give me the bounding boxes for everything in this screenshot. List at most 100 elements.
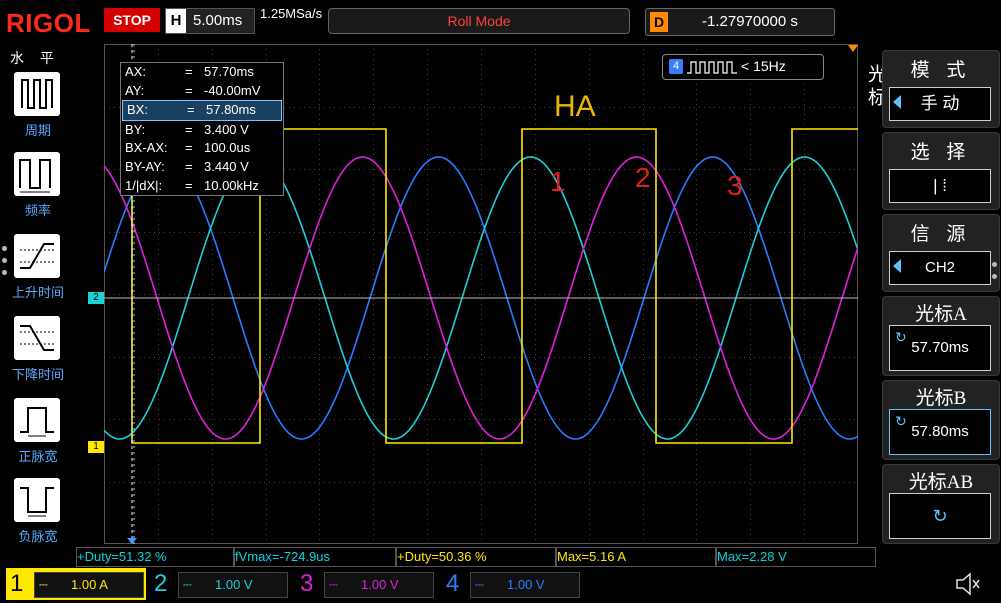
- channel-3-tab[interactable]: 3 ⎓ 1.00 V: [296, 568, 436, 600]
- brand-logo: RIGOL: [6, 8, 91, 38]
- measure-item-0[interactable]: 周期: [10, 72, 66, 150]
- coupling-icon: ⎓: [329, 579, 338, 591]
- measurement-item[interactable]: Max=5.16 A: [556, 547, 716, 567]
- trigger-frequency-box: 4 < 15Hz: [662, 54, 824, 80]
- ch2-offset-marker[interactable]: 2: [88, 292, 104, 304]
- cursor-a-softkey[interactable]: 光标A 57.70ms ↻: [882, 296, 1000, 376]
- annotation-2: 2: [635, 162, 651, 193]
- select-value: | ⁞: [889, 169, 991, 203]
- annotation-ha: HA: [554, 90, 596, 123]
- channel-number: 3: [300, 570, 314, 597]
- cursor-a-title: 光标A: [915, 304, 967, 325]
- cursor-row-equals: =: [185, 140, 193, 156]
- menu-page-dot: [2, 270, 7, 275]
- frequency-icon: [14, 152, 60, 196]
- channel-scale: 1.00 V: [507, 577, 545, 592]
- channel-1-tab[interactable]: 1 ⎓ 1.00 A: [6, 568, 146, 600]
- measure-item-5[interactable]: 负脉宽: [10, 478, 66, 556]
- rotate-knob-icon: ↻: [895, 413, 907, 429]
- mode-value: 手 动: [889, 87, 991, 121]
- channel-number: 1: [10, 570, 24, 597]
- delay-tag: D: [650, 12, 668, 32]
- coupling-icon: ⎓: [183, 579, 192, 591]
- annotation-3: 3: [727, 170, 743, 201]
- measure-item-2[interactable]: 上升时间: [10, 234, 66, 312]
- measurement-item[interactable]: +Duty=50.36 %: [396, 547, 556, 567]
- source-value: CH2: [889, 251, 991, 285]
- mode-softkey[interactable]: 模 式 手 动: [882, 50, 1000, 128]
- annotation-1: 1: [550, 166, 566, 197]
- rotate-knob-icon: ↻: [895, 329, 907, 345]
- coupling-icon: ⎓: [39, 579, 48, 591]
- trigger-position-icon: [848, 45, 858, 52]
- cursor-row: BY: = 3.400 V: [121, 121, 283, 140]
- cursor-row: 1/|dX|: = 10.00kHz: [121, 177, 283, 196]
- channel-number: 2: [154, 570, 168, 597]
- cursor-row-equals: =: [185, 121, 193, 137]
- source-title: 信 源: [910, 224, 972, 245]
- cursor-row-value: 100.0us: [204, 140, 251, 156]
- channel-scale: 1.00 V: [215, 577, 253, 592]
- measure-item-label: 频率: [24, 203, 51, 218]
- cursor-row: AX: = 57.70ms: [121, 63, 283, 82]
- measurement-item[interactable]: fVmax=-724.9us: [234, 547, 396, 567]
- cursor-row-key: BY-AY:: [125, 158, 165, 174]
- trigger-frequency: < 15Hz: [741, 58, 786, 74]
- cursor-b-title: 光标B: [915, 388, 967, 409]
- timebase-indicator[interactable]: H 5.00ms: [165, 8, 255, 34]
- channel-2-tab[interactable]: 2 ⎓ 1.00 V: [150, 568, 290, 600]
- measure-item-label: 负脉宽: [18, 529, 58, 544]
- channel-scale-box: ⎓ 1.00 V: [470, 572, 580, 598]
- cursor-row-equals: =: [185, 177, 193, 193]
- measure-item-3[interactable]: 下降时间: [10, 316, 66, 394]
- cursor-row-equals: =: [185, 158, 193, 174]
- rise-time-icon: [14, 234, 60, 278]
- run-stop-button[interactable]: STOP: [104, 8, 160, 32]
- delay-value: -1.27970000 s: [702, 13, 798, 30]
- negative-width-icon: [14, 478, 60, 522]
- cursor-b-softkey[interactable]: 光标B 57.80ms ↻: [882, 380, 1000, 460]
- cursor-ab-title: 光标AB: [908, 472, 974, 493]
- top-status-bar: RIGOL STOP H 5.00ms 1.25MSa/s Roll Mode …: [0, 0, 1001, 44]
- cursor-row-key: AY:: [125, 82, 145, 98]
- channel-number: 4: [446, 570, 460, 597]
- acquisition-mode: Roll Mode: [328, 8, 630, 34]
- positive-width-icon: [14, 398, 60, 442]
- trigger-channel-badge: 4: [669, 59, 683, 74]
- source-softkey[interactable]: 信 源 CH2: [882, 214, 1000, 292]
- cursor-row-value: -40.00mV: [204, 82, 261, 98]
- select-softkey[interactable]: 选 择 | ⁞: [882, 132, 1000, 210]
- chevron-left-icon: [893, 259, 901, 273]
- fall-time-icon: [14, 316, 60, 360]
- rotate-knob-icon: ↻: [889, 493, 991, 539]
- cursor-row-value: 57.70ms: [204, 64, 254, 79]
- cursor-ab-softkey[interactable]: 光标AB ↻: [882, 464, 1000, 544]
- cursor-row: BX-AX: = 100.0us: [121, 139, 283, 158]
- menu-page-dot: [2, 246, 7, 251]
- channel-4-tab[interactable]: 4 ⎓ 1.00 V: [442, 568, 582, 600]
- measure-item-label: 上升时间: [11, 285, 64, 300]
- cursor-row-equals: =: [185, 64, 193, 79]
- cursor-row-value: 3.440 V: [204, 158, 249, 174]
- select-title: 选 择: [910, 142, 972, 163]
- measurement-item[interactable]: Max=2.28 V: [716, 547, 876, 567]
- channel-scale-box: ⎓ 1.00 A: [34, 572, 144, 598]
- cursor-row-value: 57.80ms: [206, 102, 256, 118]
- delay-indicator[interactable]: D -1.27970000 s: [645, 8, 835, 36]
- cursor-row: BX: = 57.80ms: [122, 100, 282, 121]
- menu-page-dot: [2, 258, 7, 263]
- measurement-item[interactable]: +Duty=51.32 %: [76, 547, 234, 567]
- cursor-row-key: BX:: [127, 102, 148, 118]
- cursor-row-key: BX-AX:: [125, 140, 168, 156]
- cursor-readout-table: AX: = 57.70ms AY: = -40.00mV BX: = 57.80ms BY: = 3.…: [120, 62, 284, 197]
- cursor-row-key: BY:: [125, 121, 146, 137]
- speaker-icon[interactable]: [952, 570, 982, 598]
- cursor-row: AY: = -40.00mV: [121, 82, 283, 101]
- timebase-value: 5.00ms: [193, 12, 243, 29]
- measure-item-1[interactable]: 频率: [10, 152, 66, 230]
- measure-item-label: 下降时间: [11, 367, 64, 382]
- ch1-offset-marker[interactable]: 1: [88, 441, 104, 453]
- measure-item-4[interactable]: 正脉宽: [10, 398, 66, 476]
- timebase-tag: H: [166, 9, 186, 33]
- cursor-row-value: 3.400 V: [204, 121, 249, 137]
